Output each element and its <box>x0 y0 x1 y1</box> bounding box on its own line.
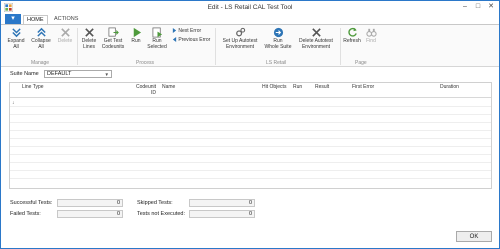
refresh-icon <box>347 27 357 37</box>
delete-icon <box>60 28 70 37</box>
get-codeunits-icon <box>108 27 119 37</box>
refresh-button[interactable]: Refresh <box>342 27 362 45</box>
group-label-process: Process <box>136 60 155 66</box>
run-selected-label-2: Selected <box>147 43 167 50</box>
tests-not-executed-value: 0 <box>189 210 255 218</box>
column-result[interactable]: Result <box>315 84 329 91</box>
grid-row-divider <box>10 146 491 147</box>
failed-tests-label: Failed Tests: <box>10 211 41 217</box>
expand-all-label-2: All <box>13 43 19 50</box>
delete-autotest-label-2: Environment <box>301 43 331 50</box>
successful-tests-label: Successful Tests: <box>10 200 53 206</box>
column-duration[interactable]: Duration <box>440 84 459 91</box>
column-codeunit-id[interactable]: Codeunit ID <box>134 84 156 96</box>
grid-row-divider <box>10 162 491 163</box>
file-menu-button[interactable]: ▾ <box>5 14 21 24</box>
run-whole-suite-button[interactable]: Run Whole Suite <box>263 27 293 50</box>
run-button[interactable]: Run <box>128 27 144 45</box>
skipped-tests-value: 0 <box>189 199 255 207</box>
window-title: Edit - LS Retail CAL Test Tool <box>207 4 293 11</box>
refresh-label: Refresh <box>343 38 361 44</box>
previous-arrow-icon <box>172 37 177 43</box>
delete-button[interactable]: Delete <box>55 27 75 45</box>
set-up-autotest-button[interactable]: Set Up Autotest Environment <box>217 27 263 50</box>
run-label: Run <box>131 38 141 44</box>
grid-row-divider <box>10 154 491 155</box>
column-first-error[interactable]: First Error <box>352 84 374 91</box>
expand-all-icon <box>11 28 21 38</box>
collapse-all-icon <box>36 27 46 37</box>
grid-header: Line Type Codeunit ID Name Hit Objects R… <box>10 83 491 98</box>
find-label: Find <box>366 38 376 44</box>
run-icon <box>133 27 141 38</box>
next-error-button[interactable]: Next Error <box>172 28 201 34</box>
ribbon-tabs: ▾ HOME ACTIONS <box>1 14 499 24</box>
delete-lines-label-2: Lines <box>83 43 95 50</box>
test-lines-grid[interactable]: Line Type Codeunit ID Name Hit Objects R… <box>9 82 492 189</box>
title-bar: Edit - LS Retail CAL Test Tool – □ ✕ <box>1 1 499 14</box>
group-label-manage: Manage <box>31 60 50 66</box>
close-button[interactable]: ✕ <box>485 2 497 12</box>
ribbon: Expand All Collapse All Delete Manage De… <box>1 24 499 67</box>
group-label-ls-retail: LS Retail <box>266 60 287 66</box>
grid-row-divider <box>10 122 491 123</box>
set-up-autotest-label-2: Environment <box>225 43 255 50</box>
grid-row-divider <box>10 130 491 131</box>
delete-autotest-button[interactable]: Delete Autotest Environment <box>294 27 338 50</box>
binoculars-icon <box>365 28 377 37</box>
tests-not-executed-label: Tests not Executed: <box>137 211 185 217</box>
expand-all-button[interactable]: Expand All <box>6 27 26 50</box>
group-label-page: Page <box>355 60 367 66</box>
failed-tests-value: 0 <box>57 210 123 218</box>
suite-name-label: Suite Name <box>10 71 39 77</box>
grid-row-divider <box>10 170 491 171</box>
suite-name-value: DEFAULT <box>47 71 72 77</box>
run-suite-icon <box>273 27 283 38</box>
main-window: Edit - LS Retail CAL Test Tool – □ ✕ ▾ H… <box>0 0 500 249</box>
group-separator <box>340 28 341 65</box>
next-arrow-icon <box>172 28 177 34</box>
previous-error-label: Previous Error <box>178 37 211 43</box>
chevron-down-icon[interactable]: ▼ <box>105 71 109 78</box>
delete-lines-icon <box>84 28 94 37</box>
run-whole-suite-label-2: Whole Suite <box>264 43 292 50</box>
group-separator <box>215 28 216 65</box>
collapse-all-button[interactable]: Collapse All <box>29 27 53 50</box>
grid-row-divider <box>10 138 491 139</box>
grid-row-divider <box>10 178 491 179</box>
run-selected-button[interactable]: Run Selected <box>146 27 168 50</box>
get-test-codeunits-button[interactable]: Get Test Codeunits <box>100 27 126 50</box>
group-separator <box>77 28 78 65</box>
column-run[interactable]: Run <box>293 84 302 91</box>
grid-row-divider <box>10 106 491 107</box>
find-button[interactable]: Find <box>363 27 379 45</box>
delete-label: Delete <box>57 38 73 44</box>
ok-button[interactable]: OK <box>456 231 492 242</box>
column-line-type[interactable]: Line Type <box>22 84 44 91</box>
tab-home[interactable]: HOME <box>23 15 48 24</box>
collapse-all-label-2: All <box>38 43 44 50</box>
tab-actions[interactable]: ACTIONS <box>51 15 81 24</box>
gears-icon <box>235 27 245 37</box>
suite-name-select[interactable]: DEFAULT ▼ <box>44 70 112 78</box>
skipped-tests-label: Skipped Tests: <box>137 200 173 206</box>
next-error-label: Next Error <box>178 28 202 34</box>
minimize-button[interactable]: – <box>459 2 471 12</box>
column-name[interactable]: Name <box>162 84 175 91</box>
get-codeunits-label-2: Codeunits <box>101 43 125 50</box>
successful-tests-value: 0 <box>57 199 123 207</box>
column-hit-objects[interactable]: Hit Objects <box>262 84 286 91</box>
run-selected-icon <box>152 27 162 38</box>
maximize-button[interactable]: □ <box>472 2 484 12</box>
delete-autotest-icon <box>311 28 321 37</box>
previous-error-button[interactable]: Previous Error <box>172 37 210 43</box>
grid-row-divider <box>10 114 491 115</box>
delete-lines-button[interactable]: Delete Lines <box>79 27 99 50</box>
